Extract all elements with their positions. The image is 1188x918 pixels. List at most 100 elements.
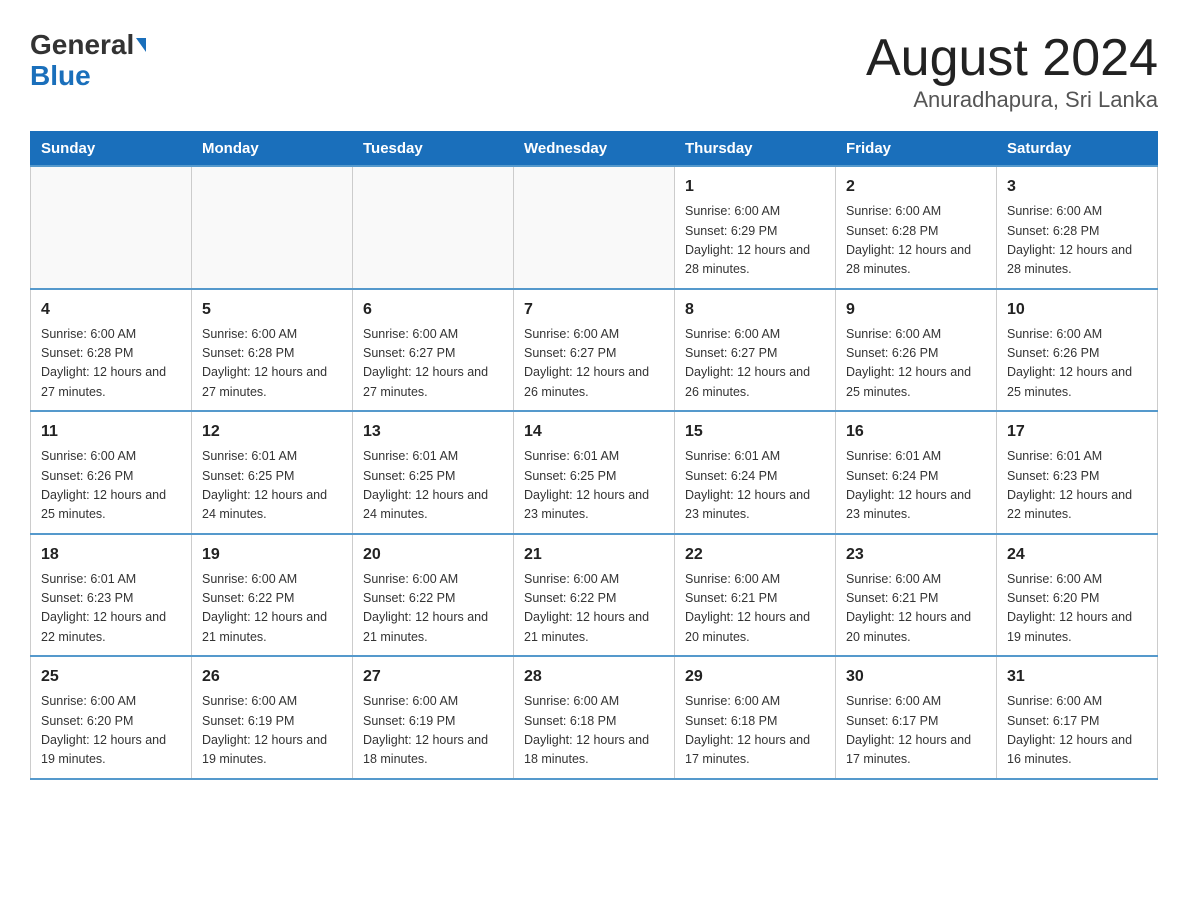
logo-blue: Blue [30, 61, 91, 92]
day-info: Sunrise: 6:01 AMSunset: 6:23 PMDaylight:… [41, 570, 181, 648]
day-number: 22 [685, 543, 825, 567]
calendar-cell: 29Sunrise: 6:00 AMSunset: 6:18 PMDayligh… [675, 656, 836, 779]
calendar-cell: 4Sunrise: 6:00 AMSunset: 6:28 PMDaylight… [31, 289, 192, 412]
calendar-cell [192, 166, 353, 289]
day-info: Sunrise: 6:00 AMSunset: 6:27 PMDaylight:… [685, 325, 825, 403]
calendar-cell: 31 Sunrise: 6:00 AMSunset: 6:17 PMDayligh… [997, 656, 1158, 779]
header-saturday: Saturday [997, 132, 1158, 167]
day-info: Sunrise: 6:00 AMSunset: 6:20 PMDaylight:… [41, 692, 181, 770]
day-number: 7 [524, 298, 664, 322]
day-number: 21 [524, 543, 664, 567]
day-number: 23 [846, 543, 986, 567]
day-number: 30 [846, 665, 986, 689]
week-row-2: 4 Sunrise: 6:00 AMSunset: 6:28 PMDaylight… [31, 289, 1158, 412]
day-number: 31 [1007, 665, 1147, 689]
month-title: August 2024 [866, 30, 1158, 87]
day-number: 8 [685, 298, 825, 322]
calendar-cell: 19 Sunrise: 6:00 AMSunset: 6:22 PMDayligh… [192, 534, 353, 657]
calendar-cell: 15 Sunrise: 6:01 AMSunset: 6:24 PMDayligh… [675, 411, 836, 534]
calendar-cell: 20 Sunrise: 6:00 AMSunset: 6:22 PMDayligh… [353, 534, 514, 657]
week-row-1: 1 Sunrise: 6:00 AMSunset: 6:29 PMDaylight… [31, 166, 1158, 289]
calendar-cell: 30Sunrise: 6:00 AMSunset: 6:17 PMDayligh… [836, 656, 997, 779]
calendar-cell: 16 Sunrise: 6:01 AMSunset: 6:24 PMDayligh… [836, 411, 997, 534]
header-sunday: Sunday [31, 132, 192, 167]
calendar-cell: 21 Sunrise: 6:00 AMSunset: 6:22 PMDayligh… [514, 534, 675, 657]
day-number: 4 [41, 298, 181, 322]
day-info: Sunrise: 6:00 AMSunset: 6:28 PMDaylight:… [1007, 202, 1147, 280]
day-info: Sunrise: 6:00 AMSunset: 6:22 PMDaylight:… [363, 570, 503, 648]
day-number: 14 [524, 420, 664, 444]
calendar-cell [353, 166, 514, 289]
day-info: Sunrise: 6:01 AMSunset: 6:25 PMDaylight:… [363, 447, 503, 525]
day-number: 12 [202, 420, 342, 444]
calendar-cell: 22 Sunrise: 6:00 AMSunset: 6:21 PMDayligh… [675, 534, 836, 657]
day-info: Sunrise: 6:00 AMSunset: 6:21 PMDaylight:… [685, 570, 825, 648]
calendar-cell: 24 Sunrise: 6:00 AMSunset: 6:20 PMDayligh… [997, 534, 1158, 657]
day-info: Sunrise: 6:00 AMSunset: 6:27 PMDaylight:… [363, 325, 503, 403]
header-wednesday: Wednesday [514, 132, 675, 167]
calendar-cell: 18 Sunrise: 6:01 AMSunset: 6:23 PMDayligh… [31, 534, 192, 657]
day-info: Sunrise: 6:00 AMSunset: 6:20 PMDaylight:… [1007, 570, 1147, 648]
day-info: Sunrise: 6:00 AMSunset: 6:28 PMDaylight:… [202, 325, 342, 403]
day-info: Sunrise: 6:00 AMSunset: 6:27 PMDaylight:… [524, 325, 664, 403]
week-row-5: 25 Sunrise: 6:00 AMSunset: 6:20 PMDayligh… [31, 656, 1158, 779]
title-area: August 2024 Anuradhapura, Sri Lanka [866, 30, 1158, 113]
week-row-4: 18 Sunrise: 6:01 AMSunset: 6:23 PMDayligh… [31, 534, 1158, 657]
calendar-cell: 13Sunrise: 6:01 AMSunset: 6:25 PMDayligh… [353, 411, 514, 534]
calendar-cell: 23 Sunrise: 6:00 AMSunset: 6:21 PMDayligh… [836, 534, 997, 657]
day-number: 16 [846, 420, 986, 444]
day-info: Sunrise: 6:00 AMSunset: 6:29 PMDaylight:… [685, 202, 825, 280]
calendar-cell: 12Sunrise: 6:01 AMSunset: 6:25 PMDayligh… [192, 411, 353, 534]
day-number: 25 [41, 665, 181, 689]
day-number: 26 [202, 665, 342, 689]
calendar-cell: 27Sunrise: 6:00 AMSunset: 6:19 PMDayligh… [353, 656, 514, 779]
day-info: Sunrise: 6:00 AMSunset: 6:19 PMDaylight:… [363, 692, 503, 770]
calendar-cell: 28 Sunrise: 6:00 AMSunset: 6:18 PMDayligh… [514, 656, 675, 779]
calendar-cell: 1 Sunrise: 6:00 AMSunset: 6:29 PMDaylight… [675, 166, 836, 289]
day-number: 20 [363, 543, 503, 567]
header-row: SundayMondayTuesdayWednesdayThursdayFrid… [31, 132, 1158, 167]
header-thursday: Thursday [675, 132, 836, 167]
day-number: 29 [685, 665, 825, 689]
day-number: 19 [202, 543, 342, 567]
day-number: 15 [685, 420, 825, 444]
day-info: Sunrise: 6:00 AMSunset: 6:28 PMDaylight:… [846, 202, 986, 280]
calendar-cell: 9Sunrise: 6:00 AMSunset: 6:26 PMDaylight… [836, 289, 997, 412]
calendar-cell: 2Sunrise: 6:00 AMSunset: 6:28 PMDaylight… [836, 166, 997, 289]
calendar-cell: 6Sunrise: 6:00 AMSunset: 6:27 PMDaylight… [353, 289, 514, 412]
calendar-cell: 14Sunrise: 6:01 AMSunset: 6:25 PMDayligh… [514, 411, 675, 534]
calendar-cell: 7 Sunrise: 6:00 AMSunset: 6:27 PMDaylight… [514, 289, 675, 412]
calendar-cell: 8 Sunrise: 6:00 AMSunset: 6:27 PMDaylight… [675, 289, 836, 412]
header-monday: Monday [192, 132, 353, 167]
day-info: Sunrise: 6:01 AMSunset: 6:24 PMDaylight:… [685, 447, 825, 525]
calendar-cell: 17Sunrise: 6:01 AMSunset: 6:23 PMDayligh… [997, 411, 1158, 534]
day-info: Sunrise: 6:00 AMSunset: 6:22 PMDaylight:… [524, 570, 664, 648]
day-info: Sunrise: 6:00 AMSunset: 6:21 PMDaylight:… [846, 570, 986, 648]
day-number: 11 [41, 420, 181, 444]
day-number: 9 [846, 298, 986, 322]
day-info: Sunrise: 6:00 AMSunset: 6:19 PMDaylight:… [202, 692, 342, 770]
day-number: 28 [524, 665, 664, 689]
day-info: Sunrise: 6:00 AMSunset: 6:26 PMDaylight:… [41, 447, 181, 525]
day-number: 1 [685, 175, 825, 199]
calendar-cell: 25 Sunrise: 6:00 AMSunset: 6:20 PMDayligh… [31, 656, 192, 779]
calendar-cell: 5 Sunrise: 6:00 AMSunset: 6:28 PMDaylight… [192, 289, 353, 412]
location-title: Anuradhapura, Sri Lanka [866, 87, 1158, 113]
logo: General Blue [30, 30, 146, 92]
page-header: General Blue August 2024 Anuradhapura, S… [30, 30, 1158, 113]
calendar-cell [514, 166, 675, 289]
calendar-cell: 3Sunrise: 6:00 AMSunset: 6:28 PMDaylight… [997, 166, 1158, 289]
day-info: Sunrise: 6:00 AMSunset: 6:17 PMDaylight:… [1007, 692, 1147, 770]
day-number: 5 [202, 298, 342, 322]
week-row-3: 11 Sunrise: 6:00 AMSunset: 6:26 PMDayligh… [31, 411, 1158, 534]
calendar-cell [31, 166, 192, 289]
day-number: 18 [41, 543, 181, 567]
day-info: Sunrise: 6:00 AMSunset: 6:22 PMDaylight:… [202, 570, 342, 648]
day-number: 24 [1007, 543, 1147, 567]
day-number: 17 [1007, 420, 1147, 444]
day-info: Sunrise: 6:01 AMSunset: 6:24 PMDaylight:… [846, 447, 986, 525]
calendar-table: SundayMondayTuesdayWednesdayThursdayFrid… [30, 131, 1158, 780]
logo-general: General [30, 30, 134, 61]
header-tuesday: Tuesday [353, 132, 514, 167]
day-info: Sunrise: 6:00 AMSunset: 6:18 PMDaylight:… [524, 692, 664, 770]
